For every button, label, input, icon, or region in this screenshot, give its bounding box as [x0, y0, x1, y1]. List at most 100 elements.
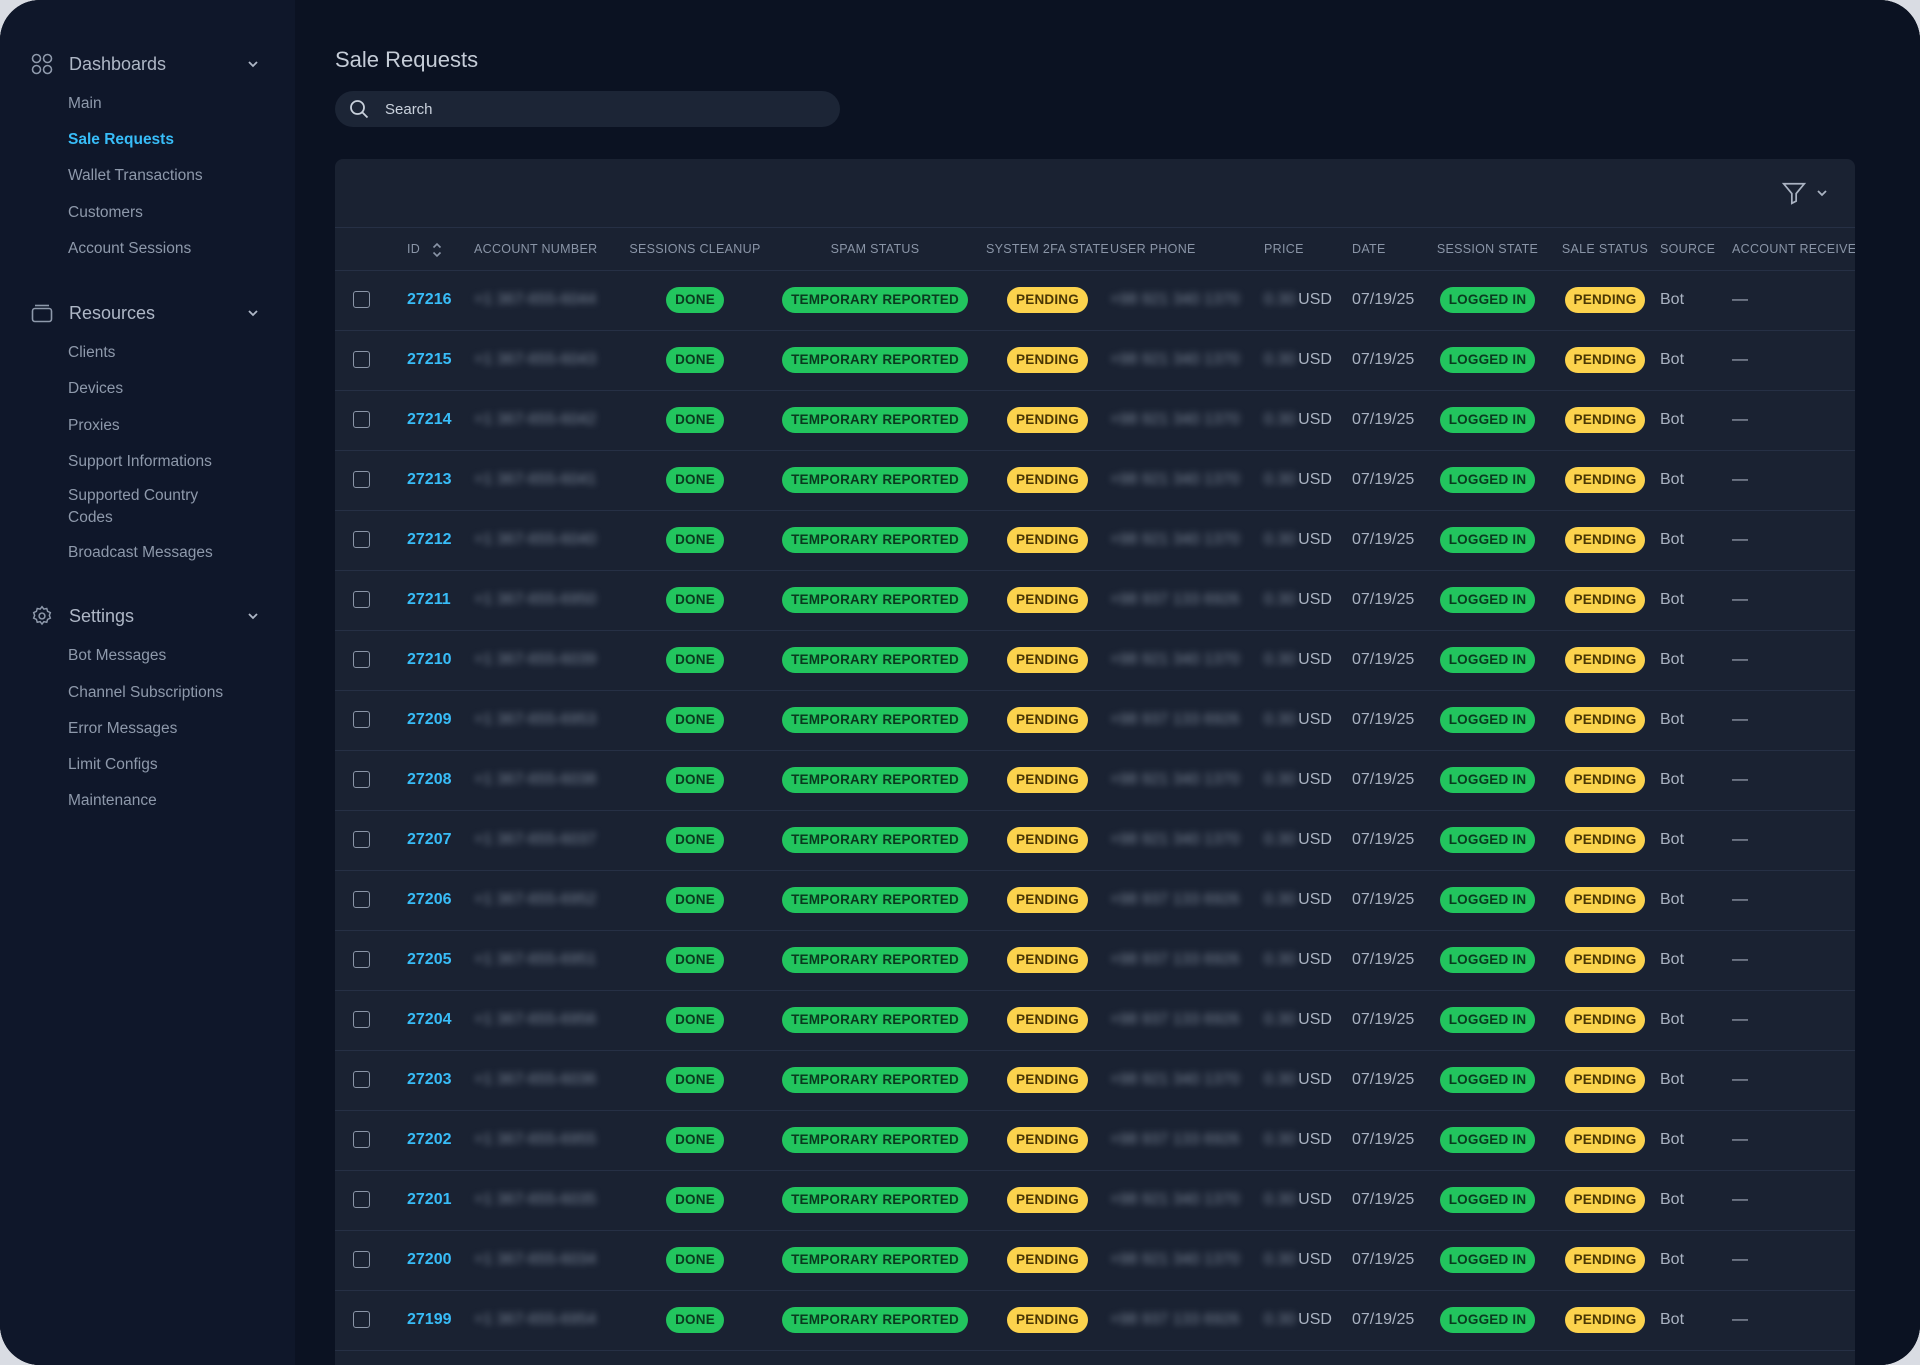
- sidebar-item-supported-country-codes[interactable]: Supported Country Codes: [68, 485, 218, 529]
- filter-button[interactable]: [1781, 179, 1831, 207]
- row-checkbox[interactable]: [353, 1010, 370, 1028]
- table-row[interactable]: 27212 +1 367-655-6040 DONE TEMPORARY REPORT…: [335, 510, 1855, 571]
- table-row[interactable]: 27208 +1 367-655-6038 DONE TEMPORARY REPORT…: [335, 750, 1855, 811]
- table-row[interactable]: 27204 +1 367-655-6956 DONE TEMPORARY REPORT…: [335, 990, 1855, 1051]
- row-checkbox[interactable]: [353, 830, 370, 848]
- row-checkbox[interactable]: [353, 710, 370, 728]
- table-row[interactable]: 27207 +1 367-655-6037 DONE TEMPORARY REPORT…: [335, 810, 1855, 871]
- table-row[interactable]: 27203 +1 367-655-6036 DONE TEMPORARY REPORT…: [335, 1050, 1855, 1111]
- id-link[interactable]: 27215: [407, 351, 452, 369]
- account-receive-cell: —: [1732, 1170, 1748, 1230]
- spam-status-cell: TEMPORARY REPORTED: [780, 1050, 970, 1110]
- table-row[interactable]: 27216 +1 367-655-6044 DONE TEMPORARY REPORT…: [335, 270, 1855, 331]
- column-header-sale-status[interactable]: SALE STATUS: [1550, 228, 1660, 270]
- row-checkbox[interactable]: [353, 350, 370, 368]
- table-row[interactable]: 27206 +1 367-655-6952 DONE TEMPORARY REPORT…: [335, 870, 1855, 931]
- row-checkbox[interactable]: [353, 1250, 370, 1268]
- id-link[interactable]: 27212: [407, 531, 452, 549]
- sidebar-item-maintenance[interactable]: Maintenance: [68, 790, 258, 812]
- column-header-session-state[interactable]: SESSION STATE: [1425, 228, 1550, 270]
- id-cell: 27202: [407, 1110, 452, 1170]
- table-row[interactable]: 27202 +1 367-655-6955 DONE TEMPORARY REPORT…: [335, 1110, 1855, 1171]
- user-phone-cell: +98 921 340 1370: [1110, 330, 1239, 390]
- row-checkbox[interactable]: [353, 470, 370, 488]
- id-link[interactable]: 27203: [407, 1071, 452, 1089]
- id-link[interactable]: 27210: [407, 651, 452, 669]
- row-checkbox[interactable]: [353, 410, 370, 428]
- id-link[interactable]: 27204: [407, 1011, 452, 1029]
- table-row[interactable]: 27200 +1 367-655-6034 DONE TEMPORARY REPORT…: [335, 1230, 1855, 1291]
- spam-status-cell: TEMPORARY REPORTED: [780, 1230, 970, 1290]
- id-link[interactable]: 27206: [407, 891, 452, 909]
- column-header-system-2fa-state[interactable]: SYSTEM 2FA STATE: [970, 228, 1125, 270]
- sidebar-item-error-messages[interactable]: Error Messages: [68, 718, 258, 740]
- id-link[interactable]: 27205: [407, 951, 452, 969]
- column-header-source[interactable]: SOURCE: [1660, 228, 1715, 270]
- id-link[interactable]: 27199: [407, 1311, 452, 1329]
- row-checkbox[interactable]: [353, 650, 370, 668]
- price-cell: 0.30 USD: [1264, 510, 1332, 570]
- sidebar-item-main[interactable]: Main: [68, 93, 258, 115]
- id-link[interactable]: 27200: [407, 1251, 452, 1269]
- row-checkbox[interactable]: [353, 1190, 370, 1208]
- sidebar-item-customers[interactable]: Customers: [68, 202, 258, 224]
- column-header-id[interactable]: ID: [407, 228, 442, 270]
- id-link[interactable]: 27211: [407, 591, 451, 609]
- table-row[interactable]: 27215 +1 367-655-6043 DONE TEMPORARY REPORT…: [335, 330, 1855, 391]
- sidebar-group-dashboards[interactable]: Dashboards: [30, 47, 260, 81]
- table-row[interactable]: 27210 +1 367-655-6039 DONE TEMPORARY REPORT…: [335, 630, 1855, 691]
- id-link[interactable]: 27214: [407, 411, 452, 429]
- id-link[interactable]: 27209: [407, 711, 452, 729]
- row-checkbox[interactable]: [353, 1130, 370, 1148]
- sidebar-group-settings[interactable]: Settings: [30, 599, 260, 633]
- table-row[interactable]: 27213 +1 367-655-6041 DONE TEMPORARY REPORT…: [335, 450, 1855, 511]
- status-badge: TEMPORARY REPORTED: [782, 887, 968, 913]
- id-link[interactable]: 27201: [407, 1191, 452, 1209]
- sidebar-item-limit-configs[interactable]: Limit Configs: [68, 754, 258, 776]
- column-header-account-number[interactable]: ACCOUNT NUMBER: [474, 228, 597, 270]
- row-checkbox[interactable]: [353, 1310, 370, 1328]
- column-header-sessions-cleanup[interactable]: SESSIONS CLEANUP: [610, 228, 780, 270]
- sidebar-item-account-sessions[interactable]: Account Sessions: [68, 238, 258, 260]
- row-checkbox[interactable]: [353, 950, 370, 968]
- sort-icon[interactable]: [432, 242, 442, 258]
- sidebar-item-broadcast-messages[interactable]: Broadcast Messages: [68, 542, 258, 564]
- sidebar-item-devices[interactable]: Devices: [68, 378, 258, 400]
- sidebar-group-resources[interactable]: Resources: [30, 296, 260, 330]
- id-link[interactable]: 27213: [407, 471, 452, 489]
- column-header-account-receive[interactable]: ACCOUNT RECEIVE: [1732, 228, 1855, 270]
- sessions-cleanup-cell: DONE: [610, 630, 780, 690]
- row-checkbox-cell: [353, 390, 370, 450]
- sidebar-item-support-informations[interactable]: Support Informations: [68, 451, 258, 473]
- id-link[interactable]: 27208: [407, 771, 452, 789]
- table-row[interactable]: 27201 +1 367-655-6035 DONE TEMPORARY REPORT…: [335, 1170, 1855, 1231]
- row-checkbox[interactable]: [353, 770, 370, 788]
- column-header-date[interactable]: DATE: [1352, 228, 1386, 270]
- table-row[interactable]: 27214 +1 367-655-6042 DONE TEMPORARY REPORT…: [335, 390, 1855, 451]
- sidebar-item-proxies[interactable]: Proxies: [68, 415, 258, 437]
- search-input[interactable]: [383, 99, 807, 119]
- table-row[interactable]: 27209 +1 367-655-6953 DONE TEMPORARY REPORT…: [335, 690, 1855, 751]
- sidebar-item-clients[interactable]: Clients: [68, 342, 258, 364]
- table-row[interactable]: 27199 +1 367-655-6954 DONE TEMPORARY REPORT…: [335, 1290, 1855, 1351]
- sidebar-item-wallet-transactions[interactable]: Wallet Transactions: [68, 165, 258, 187]
- column-header-user-phone[interactable]: USER PHONE: [1110, 228, 1196, 270]
- column-header-spam-status[interactable]: SPAM STATUS: [780, 228, 970, 270]
- table-row[interactable]: 27211 +1 367-655-6950 DONE TEMPORARY REPORT…: [335, 570, 1855, 631]
- row-checkbox[interactable]: [353, 590, 370, 608]
- id-link[interactable]: 27216: [407, 291, 452, 309]
- sidebar-item-bot-messages[interactable]: Bot Messages: [68, 645, 258, 667]
- id-link[interactable]: 27207: [407, 831, 452, 849]
- row-checkbox[interactable]: [353, 290, 370, 308]
- source-cell: Bot: [1660, 330, 1684, 390]
- source-value: Bot: [1660, 291, 1685, 308]
- sidebar-item-sale-requests[interactable]: Sale Requests: [68, 129, 258, 151]
- sidebar-item-channel-subscriptions[interactable]: Channel Subscriptions: [68, 682, 258, 704]
- row-checkbox[interactable]: [353, 890, 370, 908]
- row-checkbox[interactable]: [353, 1070, 370, 1088]
- column-header-price[interactable]: PRICE: [1264, 228, 1304, 270]
- system-2fa-state-cell: PENDING: [970, 570, 1125, 630]
- table-row[interactable]: 27205 +1 367-655-6951 DONE TEMPORARY REPORT…: [335, 930, 1855, 991]
- id-link[interactable]: 27202: [407, 1131, 452, 1149]
- row-checkbox[interactable]: [353, 530, 370, 548]
